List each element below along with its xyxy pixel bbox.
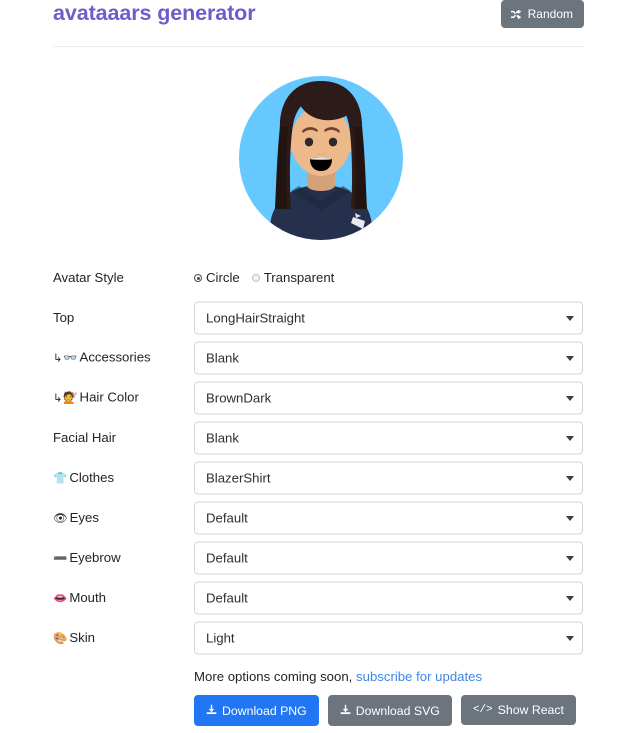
label-top: Top (53, 310, 75, 325)
minus-icon: ➖ (53, 551, 68, 565)
form-row-eyebrow: ➖ Eyebrow Default (0, 538, 637, 578)
chevron-down-icon (566, 315, 574, 321)
chevron-down-icon (566, 435, 574, 441)
chevron-down-icon (566, 355, 574, 361)
control-avatar-style: Circle Transparent (194, 270, 583, 286)
code-icon: </> (472, 703, 493, 716)
lips-icon: 👄 (53, 591, 68, 605)
select-accessories-value: Blank (206, 350, 239, 365)
random-button-label: Random (527, 7, 573, 21)
action-button-row: Download PNG Download SVG </> Show React (194, 695, 614, 727)
control-facial-hair: Blank (194, 421, 583, 455)
label-eyebrow: ➖ Eyebrow (53, 550, 121, 565)
select-eyes-value: Default (206, 510, 248, 525)
download-icon (340, 704, 351, 717)
control-hair-color: BrownDark (194, 381, 583, 415)
select-hair-color-value: BrownDark (206, 390, 272, 405)
nested-arrow-icon: ↳ (53, 391, 63, 405)
control-skin: Light (194, 621, 583, 655)
select-top[interactable]: LongHairStraight (194, 301, 583, 335)
eye-icon: 👁 (53, 511, 68, 525)
control-eyebrow: Default (194, 541, 583, 575)
chevron-down-icon (566, 515, 574, 521)
more-options-text: More options coming soon, subscribe for … (194, 668, 614, 685)
show-react-label: Show React (497, 703, 564, 717)
select-mouth-value: Default (206, 590, 248, 605)
glasses-icon: 👓 (63, 350, 78, 365)
subscribe-link[interactable]: subscribe for updates (356, 669, 482, 684)
radio-circle[interactable]: Circle (194, 270, 240, 286)
select-hair-color[interactable]: BrownDark (194, 381, 583, 415)
control-clothes: BlazerShirt (194, 461, 583, 495)
download-svg-label: Download SVG (355, 703, 440, 718)
control-top: LongHairStraight (194, 301, 583, 335)
select-clothes[interactable]: BlazerShirt (194, 461, 583, 495)
avatar-style-radio-group: Circle Transparent (194, 270, 583, 286)
form-row-clothes: 👕 Clothes BlazerShirt (0, 458, 637, 498)
select-eyebrow-value: Default (206, 550, 248, 565)
chevron-down-icon (566, 395, 574, 401)
label-facial-hair: Facial Hair (53, 430, 117, 445)
download-icon (206, 704, 217, 717)
select-mouth[interactable]: Default (194, 581, 583, 615)
palette-icon: 🎨 (53, 631, 68, 645)
chevron-down-icon (566, 595, 574, 601)
label-mouth: 👄 Mouth (53, 590, 106, 605)
page-title: avataaars generator (53, 1, 256, 25)
select-facial-hair-value: Blank (206, 430, 239, 445)
label-clothes: 👕 Clothes (53, 470, 115, 485)
select-skin-value: Light (206, 630, 235, 645)
select-clothes-value: BlazerShirt (206, 470, 271, 485)
form-row-eyes: 👁 Eyes Default (0, 498, 637, 538)
select-eyes[interactable]: Default (194, 501, 583, 535)
chevron-down-icon (566, 555, 574, 561)
page-header: avataaars generator Random (0, 0, 637, 52)
show-react-button[interactable]: </> Show React (460, 695, 576, 726)
select-eyebrow[interactable]: Default (194, 541, 583, 575)
radio-transparent-label: Transparent (263, 270, 335, 285)
radio-circle-indicator[interactable] (194, 274, 202, 282)
control-mouth: Default (194, 581, 583, 615)
label-accessories: ↳👓 Accessories (53, 349, 151, 365)
label-avatar-style: Avatar Style (53, 270, 124, 285)
shuffle-icon (510, 9, 523, 20)
chevron-down-icon (566, 475, 574, 481)
avatar-preview (239, 67, 403, 249)
download-svg-button[interactable]: Download SVG (327, 695, 452, 727)
radio-transparent[interactable]: Transparent (251, 270, 335, 286)
form-row-mouth: 👄 Mouth Default (0, 578, 637, 618)
label-eyes: 👁 Eyes (53, 510, 99, 525)
form-row-skin: 🎨 Skin Light (0, 618, 637, 658)
select-facial-hair[interactable]: Blank (194, 421, 583, 455)
label-hair-color: ↳💇 Hair Color (53, 389, 139, 405)
form-row-hair-color: ↳💇 Hair Color BrownDark (0, 378, 637, 418)
footer: More options coming soon, subscribe for … (194, 668, 614, 727)
form-row-avatar-style: Avatar Style Circle Transparent (0, 258, 637, 298)
tshirt-icon: 👕 (53, 471, 68, 485)
avatar-options-form: Avatar Style Circle Transparent Top Long… (0, 258, 637, 658)
chevron-down-icon (566, 635, 574, 641)
random-button[interactable]: Random (500, 0, 584, 28)
header-divider (53, 46, 583, 47)
select-accessories[interactable]: Blank (194, 341, 583, 375)
more-options-label: More options coming soon, (194, 669, 353, 684)
radio-transparent-indicator[interactable] (251, 274, 260, 282)
haircut-icon: 💇 (63, 390, 78, 405)
download-png-button[interactable]: Download PNG (194, 695, 319, 727)
form-row-facial-hair: Facial Hair Blank (0, 418, 637, 458)
download-png-label: Download PNG (222, 703, 307, 718)
form-row-top: Top LongHairStraight (0, 298, 637, 338)
select-top-value: LongHairStraight (206, 310, 305, 325)
form-row-accessories: ↳👓 Accessories Blank (0, 338, 637, 378)
control-accessories: Blank (194, 341, 583, 375)
nested-arrow-icon: ↳ (53, 351, 63, 365)
label-skin: 🎨 Skin (53, 630, 95, 645)
radio-circle-label: Circle (206, 270, 240, 285)
control-eyes: Default (194, 501, 583, 535)
select-skin[interactable]: Light (194, 621, 583, 655)
